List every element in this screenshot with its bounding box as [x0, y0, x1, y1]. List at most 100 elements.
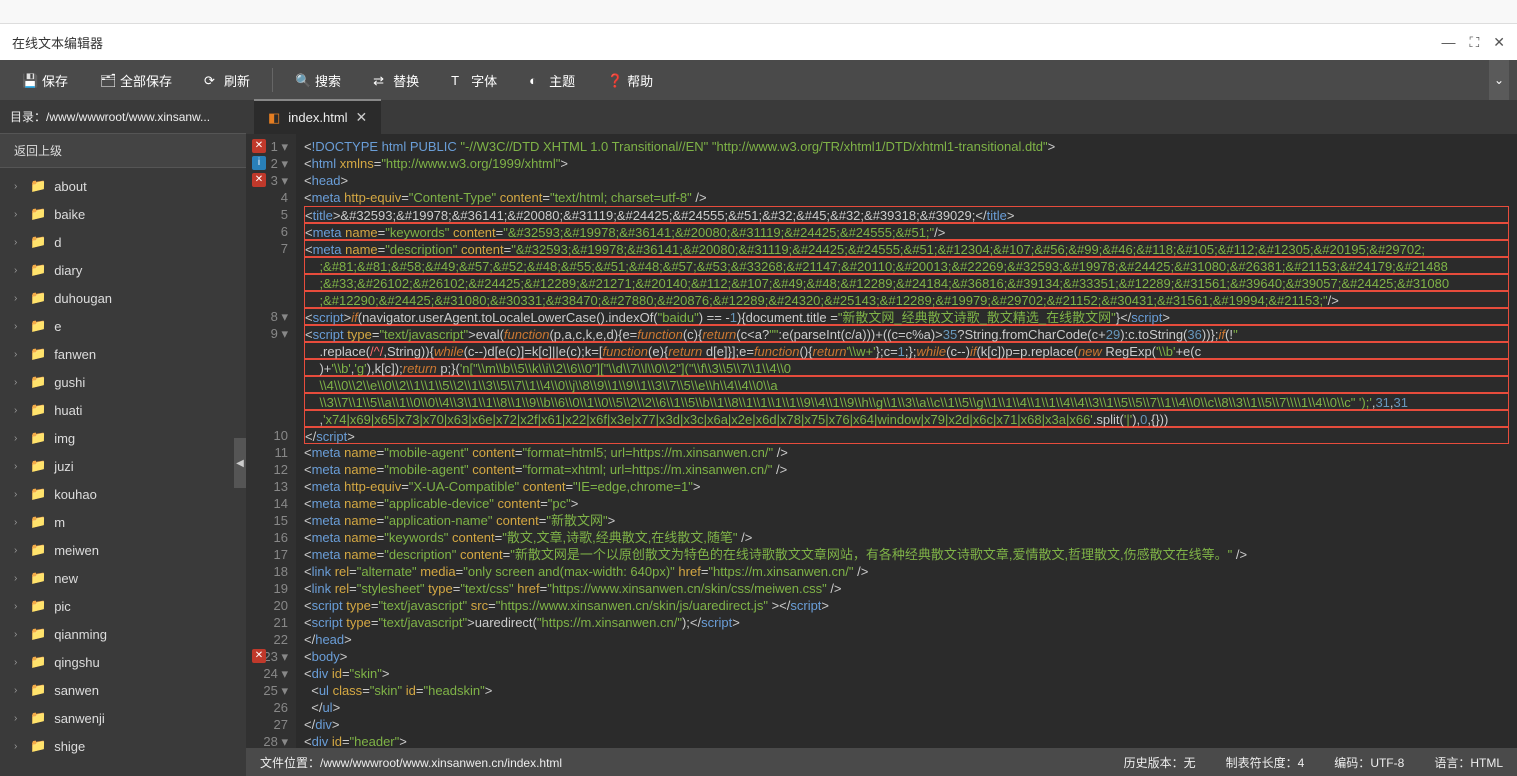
fold-icon[interactable]: ▾ — [281, 734, 288, 748]
help-button[interactable]: ❓帮助 — [593, 63, 667, 98]
folder-item-duhougan[interactable]: ›📁duhougan — [0, 284, 246, 312]
fold-icon[interactable]: ▾ — [281, 326, 288, 341]
code-line[interactable]: \\3\\7\\1\\5\\a\\1\\0\\0\\4\\3\\1\\1\\8\… — [304, 393, 1509, 410]
code-line[interactable]: ,'x74|x69|x65|x73|x70|x63|x6e|x72|x2f|x6… — [304, 410, 1509, 427]
fold-icon[interactable]: ▾ — [281, 139, 288, 154]
code-line[interactable]: <meta name="application-name" content="新… — [304, 512, 1509, 529]
code-line[interactable]: </ul> — [304, 699, 1509, 716]
code-line[interactable]: <title>&#32593;&#19978;&#36141;&#20080;&… — [304, 206, 1509, 223]
code-line[interactable]: <meta name="keywords" content="&#32593;&… — [304, 223, 1509, 240]
folder-item-meiwen[interactable]: ›📁meiwen — [0, 536, 246, 564]
code-editor[interactable]: ✕1 ▾i2 ▾✕3 ▾45678 ▾9 ▾101112131415161718… — [246, 134, 1517, 748]
status-history[interactable]: 历史版本：无 — [1124, 754, 1196, 771]
code-line[interactable]: ;&#12290;&#24425;&#31080;&#30331;&#38470… — [304, 291, 1509, 308]
code-body[interactable]: <!DOCTYPE html PUBLIC "-//W3C//DTD XHTML… — [296, 134, 1517, 748]
code-line[interactable]: </div> — [304, 716, 1509, 733]
code-line[interactable]: <!DOCTYPE html PUBLIC "-//W3C//DTD XHTML… — [304, 138, 1509, 155]
folder-item-huati[interactable]: ›📁huati — [0, 396, 246, 424]
fold-icon[interactable]: ▾ — [281, 156, 288, 171]
error-marker-icon[interactable]: ✕ — [252, 139, 266, 153]
status-filepath: 文件位置：/www/wwwroot/www.xinsanwen.cn/index… — [260, 754, 1094, 771]
theme-button[interactable]: ◐主题 — [515, 63, 589, 98]
code-line[interactable]: <div id="skin"> — [304, 665, 1509, 682]
folder-item-img[interactable]: ›📁img — [0, 424, 246, 452]
gutter: ✕1 ▾i2 ▾✕3 ▾45678 ▾9 ▾101112131415161718… — [246, 134, 296, 748]
code-line[interactable]: <script type="text/javascript" src="http… — [304, 597, 1509, 614]
code-line[interactable]: <meta name="applicable-device" content="… — [304, 495, 1509, 512]
chevron-right-icon: › — [14, 713, 22, 724]
folder-item-d[interactable]: ›📁d — [0, 228, 246, 256]
code-line[interactable]: <meta name="keywords" content="散文,文章,诗歌,… — [304, 529, 1509, 546]
minimize-icon[interactable]: — — [1441, 34, 1455, 50]
status-language[interactable]: 语言：HTML — [1434, 754, 1503, 771]
refresh-button[interactable]: ⟳刷新 — [190, 63, 264, 98]
folder-item-diary[interactable]: ›📁diary — [0, 256, 246, 284]
code-line[interactable]: <meta name="description" content="&#3259… — [304, 240, 1509, 257]
code-line[interactable]: <meta name="description" content="新散文网是一… — [304, 546, 1509, 563]
info-marker-icon[interactable]: i — [252, 156, 266, 170]
folder-item-sanwenji[interactable]: ›📁sanwenji — [0, 704, 246, 732]
code-line[interactable]: <html xmlns="http://www.w3.org/1999/xhtm… — [304, 155, 1509, 172]
folder-item-pic[interactable]: ›📁pic — [0, 592, 246, 620]
code-line[interactable]: \\4\\0\\2\\e\\0\\2\\1\\1\\5\\2\\1\\3\\5\… — [304, 376, 1509, 393]
code-line[interactable]: <script>if(navigator.userAgent.toLocaleL… — [304, 308, 1509, 325]
sidebar-collapse-icon[interactable]: ◀ — [234, 438, 246, 488]
error-marker-icon[interactable]: ✕ — [252, 173, 266, 187]
folder-item-gushi[interactable]: ›📁gushi — [0, 368, 246, 396]
code-line[interactable]: ;&#81;&#81;&#58;&#49;&#57;&#52;&#48;&#55… — [304, 257, 1509, 274]
code-line[interactable]: <link rel="alternate" media="only screen… — [304, 563, 1509, 580]
code-line[interactable]: <meta name="mobile-agent" content="forma… — [304, 444, 1509, 461]
line-number: 20 — [274, 598, 288, 613]
replace-button[interactable]: ⇄替换 — [359, 63, 433, 98]
folder-item-m[interactable]: ›📁m — [0, 508, 246, 536]
code-line[interactable]: <script type="text/javascript">uaredirec… — [304, 614, 1509, 631]
folder-item-shige[interactable]: ›📁shige — [0, 732, 246, 760]
code-line[interactable]: <link rel="stylesheet" type="text/css" h… — [304, 580, 1509, 597]
font-button[interactable]: T字体 — [437, 63, 511, 98]
maximize-icon[interactable]: ⛶ — [1469, 34, 1479, 51]
window-title: 在线文本编辑器 — [12, 33, 103, 52]
code-line[interactable]: )+'\\b','g'),k[c]);return p;}('n["\\m\\b… — [304, 359, 1509, 376]
folder-item-new[interactable]: ›📁new — [0, 564, 246, 592]
back-parent-button[interactable]: 返回上级 — [0, 133, 246, 168]
fold-icon[interactable]: ▾ — [281, 666, 288, 681]
fold-icon[interactable]: ▾ — [281, 649, 288, 664]
code-line[interactable]: .replace(/^/,String)){while(c--)d[e(c)]=… — [304, 342, 1509, 359]
folder-icon: 📁 — [30, 570, 46, 586]
folder-item-about[interactable]: ›📁about — [0, 172, 246, 200]
code-line[interactable]: <meta name="mobile-agent" content="forma… — [304, 461, 1509, 478]
code-line[interactable]: <script type="text/javascript">eval(func… — [304, 325, 1509, 342]
toolbar-expand-icon[interactable]: ⌄ — [1489, 60, 1509, 100]
folder-label: shige — [54, 739, 85, 754]
save-all-button[interactable]: 🗂全部保存 — [86, 63, 186, 98]
code-line[interactable]: <meta http-equiv="Content-Type" content=… — [304, 189, 1509, 206]
code-line[interactable]: <body> — [304, 648, 1509, 665]
code-line[interactable]: <div id="header"> — [304, 733, 1509, 748]
search-button[interactable]: 🔍搜索 — [281, 63, 355, 98]
error-marker-icon[interactable]: ✕ — [252, 649, 266, 663]
tab-close-icon[interactable]: ✕ — [356, 109, 368, 126]
fold-icon[interactable]: ▾ — [281, 173, 288, 188]
folder-item-sanwen[interactable]: ›📁sanwen — [0, 676, 246, 704]
folder-item-qianming[interactable]: ›📁qianming — [0, 620, 246, 648]
editor-tabs: ◧ index.html ✕ — [246, 100, 1517, 134]
folder-item-e[interactable]: ›📁e — [0, 312, 246, 340]
tab-index-html[interactable]: ◧ index.html ✕ — [254, 99, 381, 134]
code-line[interactable]: <meta http-equiv="X-UA-Compatible" conte… — [304, 478, 1509, 495]
folder-item-qingshu[interactable]: ›📁qingshu — [0, 648, 246, 676]
fold-icon[interactable]: ▾ — [281, 683, 288, 698]
code-line[interactable]: <head> — [304, 172, 1509, 189]
status-tabsize[interactable]: 制表符长度：4 — [1226, 754, 1305, 771]
folder-item-juzi[interactable]: ›📁juzi — [0, 452, 246, 480]
code-line[interactable]: ;&#33;&#26102;&#26102;&#24425;&#12289;&#… — [304, 274, 1509, 291]
close-icon[interactable]: ✕ — [1493, 34, 1505, 51]
code-line[interactable]: <ul class="skin" id="headskin"> — [304, 682, 1509, 699]
save-button[interactable]: 💾保存 — [8, 63, 82, 98]
code-line[interactable]: </head> — [304, 631, 1509, 648]
folder-item-baike[interactable]: ›📁baike — [0, 200, 246, 228]
fold-icon[interactable]: ▾ — [281, 309, 288, 324]
status-encoding[interactable]: 编码：UTF-8 — [1334, 754, 1404, 771]
folder-item-fanwen[interactable]: ›📁fanwen — [0, 340, 246, 368]
folder-item-kouhao[interactable]: ›📁kouhao — [0, 480, 246, 508]
code-line[interactable]: </script> — [304, 427, 1509, 444]
